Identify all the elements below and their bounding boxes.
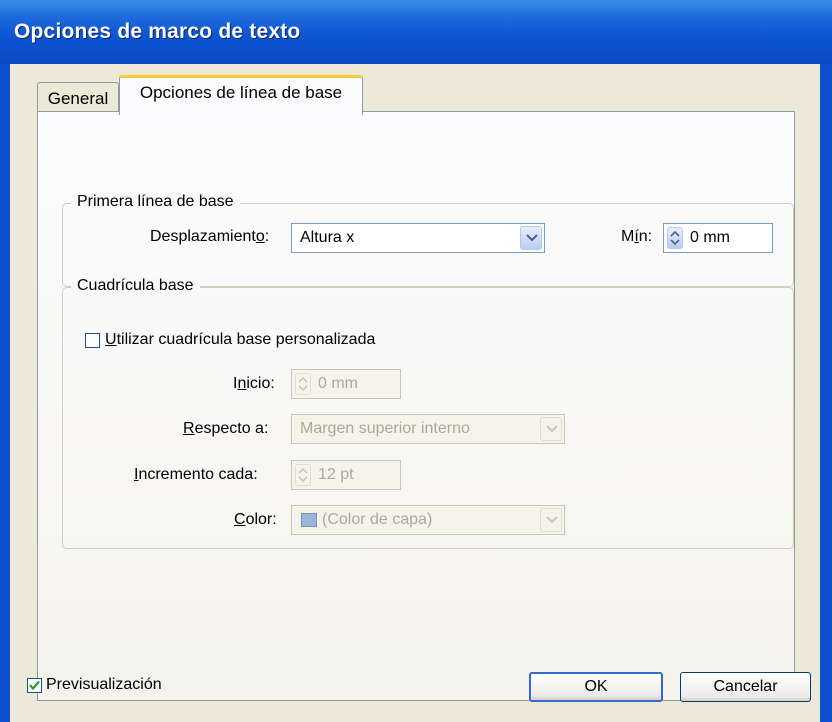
use-custom-grid-label: Utilizar cuadrícula base personalizada xyxy=(105,331,376,348)
increment-label: Incremento cada: xyxy=(134,466,258,483)
increment-value: 12 pt xyxy=(318,466,354,483)
baseline-grid-legend: Cuadrícula base xyxy=(71,277,200,295)
color-label: Color: xyxy=(234,511,277,528)
first-baseline-legend: Primera línea de base xyxy=(71,193,240,211)
offset-dropdown[interactable]: Altura x xyxy=(291,223,545,253)
window-frame-right xyxy=(820,64,832,722)
spinner-arrows-icon[interactable] xyxy=(667,227,683,249)
increment-spinner[interactable]: 12 pt xyxy=(291,460,401,490)
chevron-down-icon[interactable] xyxy=(520,226,542,250)
color-value: (Color de capa) xyxy=(322,511,433,528)
use-custom-grid-checkbox[interactable] xyxy=(85,333,100,348)
window-title: Opciones de marco de texto xyxy=(14,20,301,43)
title-bar[interactable]: Opciones de marco de texto xyxy=(0,0,832,64)
color-dropdown[interactable]: (Color de capa) xyxy=(291,505,565,535)
checkmark-icon xyxy=(29,680,40,691)
dialog-client-area: General Opciones de línea de base Primer… xyxy=(10,64,820,722)
cancel-button[interactable]: Cancelar xyxy=(680,672,811,702)
window-frame-left xyxy=(0,64,10,722)
tab-baseline-options[interactable]: Opciones de línea de base xyxy=(119,75,363,115)
min-value: 0 mm xyxy=(690,229,730,246)
offset-value: Altura x xyxy=(300,229,355,246)
min-spinner[interactable]: 0 mm xyxy=(663,223,773,253)
spinner-arrows-icon xyxy=(295,373,311,395)
relative-to-dropdown[interactable]: Margen superior interno xyxy=(291,414,565,444)
offset-label: Desplazamiento: xyxy=(150,228,270,245)
preview-label: Previsualización xyxy=(46,676,162,693)
dialog-window: Opciones de marco de texto General Opcio… xyxy=(0,0,832,722)
relative-to-value: Margen superior interno xyxy=(300,420,470,437)
spinner-arrows-icon xyxy=(295,464,311,486)
ok-button[interactable]: OK xyxy=(529,672,663,702)
chevron-down-icon xyxy=(540,417,562,441)
tab-panel: Primera línea de base Desplazamiento: Al… xyxy=(37,111,795,701)
chevron-down-icon xyxy=(540,508,562,532)
min-label: Mín: xyxy=(621,228,653,245)
start-spinner[interactable]: 0 mm xyxy=(291,369,401,399)
tab-general[interactable]: General xyxy=(37,82,119,112)
color-swatch xyxy=(301,513,317,527)
preview-checkbox[interactable] xyxy=(27,678,42,693)
relative-to-label: Respecto a: xyxy=(183,420,269,437)
start-value: 0 mm xyxy=(318,375,358,392)
start-label: Inicio: xyxy=(233,375,275,392)
